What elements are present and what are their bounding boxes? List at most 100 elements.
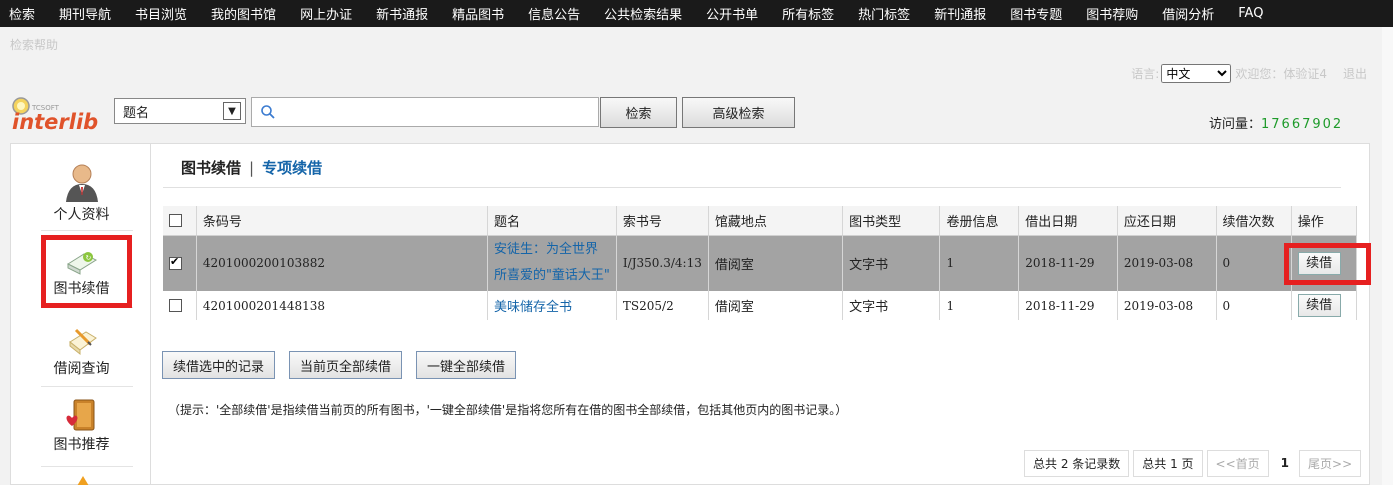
current-page: 1 [1280, 456, 1290, 470]
nav-purchase[interactable]: 图书荐购 [1074, 4, 1150, 23]
col-due-date: 应还日期 [1117, 206, 1217, 236]
sidebar-item-borrow-query[interactable]: 借阅查询 [11, 324, 152, 378]
more-icon [77, 476, 89, 485]
renew-tabs: 图书续借 | 专项续借 [181, 157, 322, 178]
search-help-link[interactable]: 检索帮助 [10, 36, 58, 53]
row-checkbox[interactable] [169, 255, 182, 270]
cell-location: 借阅室 [708, 291, 844, 320]
nav-public-lists[interactable]: 公开书单 [694, 4, 770, 23]
search-input[interactable] [280, 99, 598, 125]
cell-title: 安徒生：为全世界 所喜爱的"童话大王" [487, 235, 617, 291]
cell-callno: TS205/2 [616, 291, 709, 320]
nav-my-library[interactable]: 我的图书馆 [199, 4, 288, 23]
search-box [251, 97, 599, 127]
col-type: 图书类型 [842, 206, 941, 236]
nav-faq[interactable]: FAQ [1226, 6, 1275, 21]
person-icon [65, 164, 98, 202]
col-action: 操作 [1291, 206, 1358, 236]
book-title-link[interactable]: 美味储存全书 [494, 300, 572, 315]
table-header-row: 条码号 题名 索书号 馆藏地点 图书类型 卷册信息 借出日期 应还日期 续借次数… [163, 206, 1358, 236]
sidebar-divider [41, 386, 133, 387]
bulk-actions: 续借选中的记录 当前页全部续借 一键全部续借 [162, 351, 530, 379]
borrow-query-icon [68, 328, 97, 356]
col-volume: 卷册信息 [939, 206, 1020, 236]
col-renew-count: 续借次数 [1216, 206, 1292, 236]
col-title: 题名 [487, 206, 617, 236]
select-all-checkbox[interactable] [169, 213, 182, 227]
sidebar-item-recommend-label: 图书推荐 [53, 437, 110, 453]
col-location: 馆藏地点 [708, 206, 844, 236]
sidebar-item-profile[interactable]: 个人资料 [11, 162, 152, 224]
language-select[interactable]: 中文 [1161, 64, 1232, 83]
nav-topics[interactable]: 图书专题 [998, 4, 1074, 23]
cell-out-date: 2018-11-29 [1018, 235, 1118, 291]
first-page-button[interactable]: <<首页 [1206, 449, 1269, 477]
language-bar: 语言: 中文 欢迎您：体验证4 退出 [1131, 64, 1367, 83]
cell-barcode: 4201000200103882 [196, 235, 488, 291]
sidebar-item-recommend[interactable]: 图书推荐 [11, 398, 152, 454]
tabs-divider [163, 187, 1341, 188]
total-records: 总共 2 条记录数 [1024, 449, 1130, 477]
book-recommend-icon [66, 399, 94, 431]
renew-all-button[interactable]: 一键全部续借 [416, 351, 517, 379]
row-checkbox[interactable] [169, 299, 182, 312]
nav-search[interactable]: 检索 [0, 4, 47, 23]
nav-analysis[interactable]: 借阅分析 [1150, 4, 1226, 23]
book-title-link[interactable]: 安徒生：为全世界 所喜爱的"童话大王" [494, 242, 610, 283]
renew-selected-button[interactable]: 续借选中的记录 [162, 351, 276, 379]
cell-volume: 1 [939, 235, 1020, 291]
sidebar-item-borrow-query-label: 借阅查询 [53, 361, 110, 377]
cell-callno: I/J350.3/4:13 [616, 235, 709, 291]
total-pages: 总共 1 页 [1133, 449, 1203, 477]
nav-catalog[interactable]: 书目浏览 [123, 4, 199, 23]
row-select-cell [163, 235, 197, 291]
last-page-button[interactable]: 尾页>> [1299, 449, 1362, 477]
nav-new-journals[interactable]: 新刊通报 [922, 4, 998, 23]
loans-table: 条码号 题名 索书号 馆藏地点 图书类型 卷册信息 借出日期 应还日期 续借次数… [163, 206, 1358, 320]
scrollbar[interactable] [1382, 27, 1393, 485]
welcome-text: 欢迎您：体验证4 [1235, 67, 1327, 81]
renew-button[interactable]: 续借 [1297, 294, 1341, 317]
search-button[interactable]: 检索 [600, 97, 677, 128]
sidebar: 个人资料 ↻ 图书续借 借阅查询 图书推荐 [10, 143, 151, 485]
nav-featured[interactable]: 精品图书 [440, 4, 516, 23]
language-label: 语言: [1131, 67, 1160, 81]
sidebar-divider [41, 466, 133, 467]
cell-action: 续借 [1291, 291, 1358, 320]
sidebar-divider [41, 230, 133, 231]
nav-notices[interactable]: 信息公告 [516, 4, 592, 23]
top-nav: 检索 期刊导航 书目浏览 我的图书馆 网上办证 新书通报 精品图书 信息公告 公… [0, 0, 1393, 27]
row-select-cell [163, 291, 197, 320]
tab-special-renew[interactable]: 专项续借 [262, 157, 322, 178]
nav-journals[interactable]: 期刊导航 [47, 4, 123, 23]
cell-due-date: 2019-03-08 [1117, 235, 1217, 291]
search-field-select[interactable]: 题名 ▼ [114, 98, 246, 124]
nav-new-books[interactable]: 新书通报 [364, 4, 440, 23]
cell-renew-count: 0 [1216, 235, 1292, 291]
svg-text:interlib: interlib [12, 110, 98, 134]
pagination: 总共 2 条记录数 总共 1 页 <<首页 1 尾页>> [1024, 449, 1365, 477]
renew-page-button[interactable]: 当前页全部续借 [289, 351, 403, 379]
sidebar-item-profile-label: 个人资料 [53, 207, 110, 223]
nav-online-card[interactable]: 网上办证 [288, 4, 364, 23]
cell-volume: 1 [939, 291, 1020, 320]
logout-link[interactable]: 退出 [1343, 65, 1367, 82]
table-row[interactable]: 4201000200103882 安徒生：为全世界所喜爱的"童话大王" I/J3… [163, 235, 1358, 291]
table-row[interactable]: 4201000201448138 美味储存全书 TS205/2 借阅室 文字书 … [163, 291, 1358, 320]
renew-hint: （提示：'全部续借'是指续借当前页的所有图书，'一键全部续借'是指将您所有在借的… [168, 403, 848, 417]
search-field-value: 题名 [123, 105, 150, 121]
highlight-box [1284, 243, 1371, 285]
nav-hot-tags[interactable]: 热门标签 [846, 4, 922, 23]
main-panel: 图书续借 | 专项续借 条码号 题名 索书号 馆藏地点 图书类型 卷册信息 借出… [151, 143, 1370, 485]
cell-title: 美味储存全书 [487, 291, 617, 320]
cell-type: 文字书 [842, 235, 941, 291]
nav-public-results[interactable]: 公共检索结果 [592, 4, 694, 23]
tab-book-renew[interactable]: 图书续借 [181, 157, 241, 178]
highlight-box [41, 235, 132, 308]
nav-all-tags[interactable]: 所有标签 [770, 4, 846, 23]
cell-location: 借阅室 [708, 235, 844, 291]
advanced-search-button[interactable]: 高级检索 [682, 97, 795, 128]
chevron-down-icon: ▼ [223, 102, 241, 120]
cell-barcode: 4201000201448138 [196, 291, 488, 320]
visit-label: 访问量： [1209, 117, 1262, 132]
